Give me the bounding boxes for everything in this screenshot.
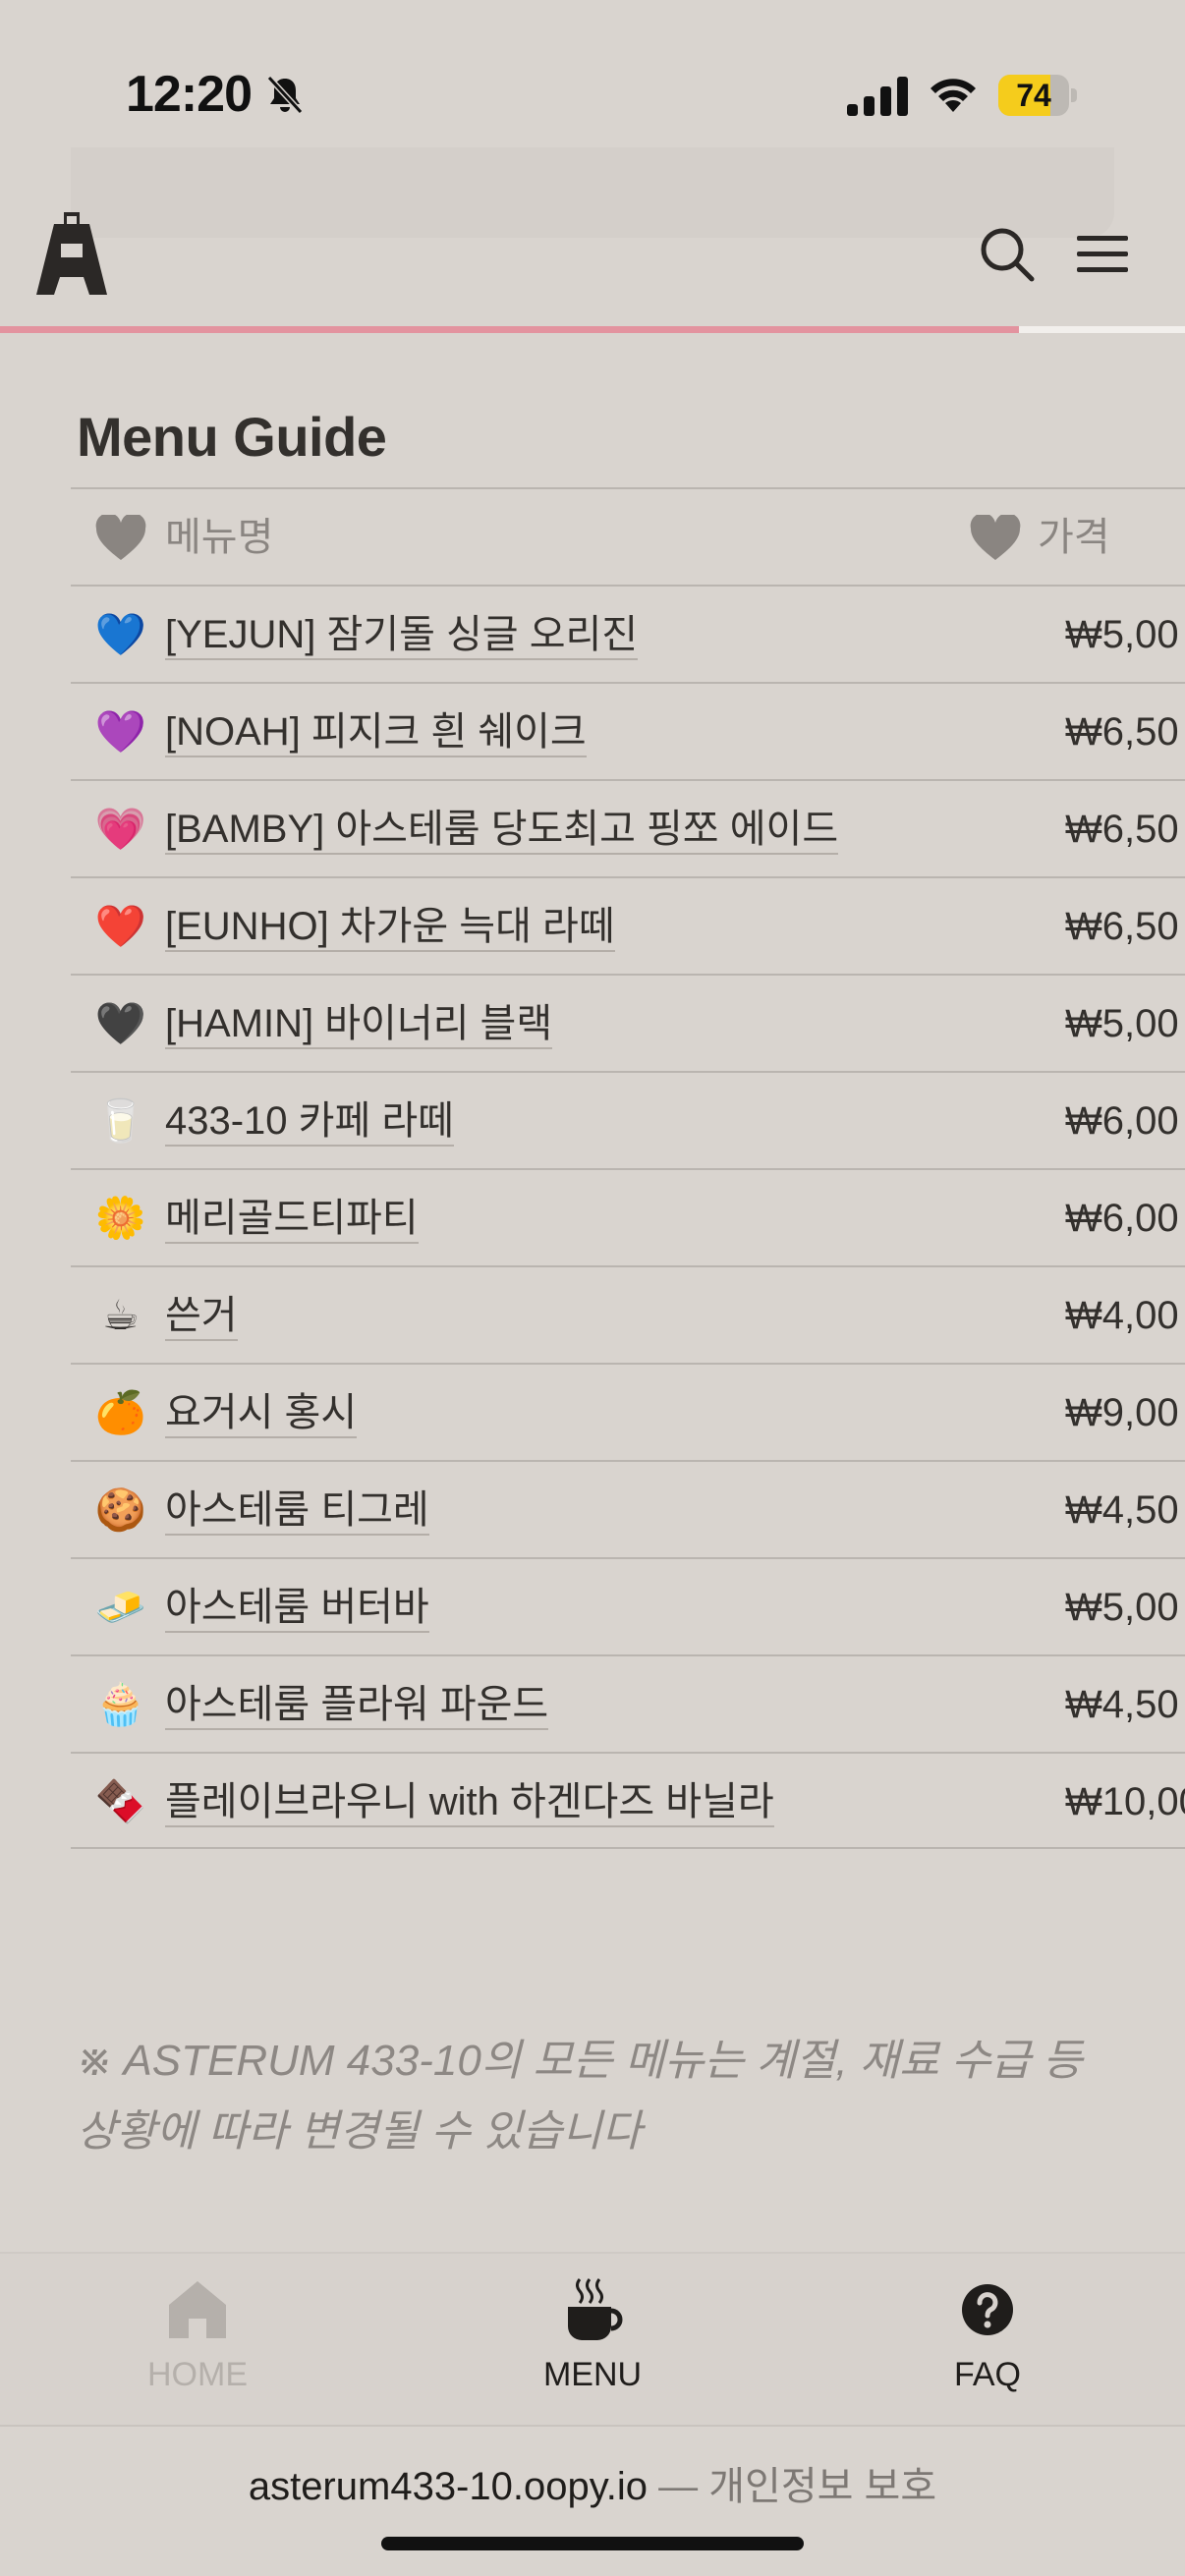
price-clip: ₩9,00 bbox=[71, 1365, 1185, 1460]
wifi-icon bbox=[931, 79, 976, 112]
menu-item-price: ₩6,00 bbox=[1065, 1099, 1179, 1143]
menu-item-price: ₩5,00 bbox=[1065, 1002, 1179, 1045]
menu-item-price: ₩9,00 bbox=[1065, 1391, 1179, 1434]
battery-cap bbox=[1071, 88, 1077, 102]
column-header-price: 가격 bbox=[1038, 516, 1110, 559]
menu-item-price: ₩6,50 bbox=[1065, 905, 1179, 948]
table-header-row: 메뉴명 가격 bbox=[71, 487, 1185, 585]
battery-icon: 74 bbox=[998, 75, 1077, 116]
search-icon[interactable] bbox=[979, 226, 1036, 283]
price-clip: ₩5,00 bbox=[71, 1559, 1185, 1654]
bottom-nav: HOME MENU FAQ bbox=[0, 2252, 1185, 2425]
table-row[interactable]: 🧁 아스테룸 플라워 파운드 ₩4,50 bbox=[71, 1654, 1185, 1752]
nav-faq[interactable]: FAQ bbox=[790, 2254, 1185, 2427]
menu-change-notice: ※ ASTERUM 433-10의 모든 메뉴는 계절, 재료 수급 등 상황에… bbox=[77, 2037, 1083, 2156]
nav-home-label: HOME bbox=[147, 2356, 248, 2393]
price-clip: ₩6,50 bbox=[71, 684, 1185, 779]
menu-item-price: ₩6,00 bbox=[1065, 1197, 1179, 1240]
browser-footer: asterum433-10.oopy.io — 개인정보 보호 bbox=[0, 2425, 1185, 2576]
menu-item-price: ₩10,00 bbox=[1065, 1780, 1185, 1823]
menu-table: 메뉴명 가격 💙 [YEJUN] 잠기돌 싱글 오리진 ₩5,00 💜 [NOAH] 피… bbox=[71, 487, 1185, 1849]
coffee-cup-icon bbox=[568, 2278, 623, 2340]
site-header bbox=[0, 196, 1185, 324]
price-clip: ₩4,50 bbox=[71, 1656, 1185, 1752]
nav-home[interactable]: HOME bbox=[0, 2254, 395, 2427]
table-row[interactable]: ☕ 쓴거 ₩4,00 bbox=[71, 1265, 1185, 1363]
footer-text: asterum433-10.oopy.io — 개인정보 보호 bbox=[0, 2454, 1185, 2511]
footer-domain: asterum433-10.oopy.io bbox=[248, 2465, 648, 2508]
table-row[interactable]: 🍊 요거시 홍시 ₩9,00 bbox=[71, 1363, 1185, 1460]
bell-off-icon bbox=[266, 75, 304, 115]
table-row[interactable]: 🥛 433-10 카페 라떼 ₩6,00 bbox=[71, 1071, 1185, 1168]
nav-faq-label: FAQ bbox=[953, 2356, 1022, 2393]
table-row[interactable]: 🧈 아스테룸 버터바 ₩5,00 bbox=[71, 1557, 1185, 1654]
status-bar: 12:20 74 bbox=[0, 0, 1185, 147]
menu-item-price: ₩4,00 bbox=[1065, 1294, 1179, 1337]
cellular-signal-icon bbox=[847, 77, 908, 116]
table-row[interactable]: ❤️ [EUNHO] 차가운 늑대 라떼 ₩6,50 bbox=[71, 876, 1185, 974]
privacy-link[interactable]: 개인정보 보호 bbox=[708, 2465, 936, 2508]
table-row[interactable]: 💗 [BAMBY] 아스테룸 당도최고 핑쪼 에이드 ₩6,50 bbox=[71, 779, 1185, 876]
battery-percent: 74 bbox=[1016, 78, 1051, 113]
price-clip: ₩6,50 bbox=[71, 878, 1185, 974]
price-clip: ₩5,00 bbox=[71, 976, 1185, 1071]
status-time: 12:20 bbox=[126, 66, 253, 123]
home-icon bbox=[169, 2281, 226, 2338]
hamburger-menu-icon[interactable] bbox=[1075, 230, 1130, 279]
scroll-progress-fill bbox=[0, 326, 1020, 333]
price-clip: ₩5,00 bbox=[71, 587, 1185, 682]
scroll-progress-bar bbox=[0, 326, 1185, 333]
menu-item-price: ₩4,50 bbox=[1065, 1488, 1179, 1532]
price-clip: ₩6,50 bbox=[71, 781, 1185, 876]
home-indicator bbox=[381, 2537, 804, 2550]
price-clip: ₩6,00 bbox=[71, 1170, 1185, 1265]
column-header-name-label: 메뉴명 bbox=[165, 516, 274, 559]
table-row[interactable]: 🖤 [HAMIN] 바이너리 블랙 ₩5,00 bbox=[71, 974, 1185, 1071]
price-clip: ₩4,00 bbox=[71, 1267, 1185, 1363]
table-row[interactable]: 🍫플레이브라우니 with 하겐다즈 바닐라₩10,00 bbox=[71, 1752, 1185, 1849]
battery-body: 74 bbox=[998, 75, 1069, 116]
menu-item-price: ₩6,50 bbox=[1065, 710, 1179, 754]
menu-item-price: ₩5,00 bbox=[1065, 1586, 1179, 1629]
question-circle-icon bbox=[962, 2284, 1013, 2335]
price-clip: ₩4,50 bbox=[71, 1462, 1185, 1557]
nav-menu[interactable]: MENU bbox=[395, 2254, 790, 2427]
page: { "status_bar": { "time": "12:20", "batt… bbox=[0, 0, 1185, 2576]
menu-item-price: ₩5,00 bbox=[1065, 613, 1179, 656]
column-header-name: 메뉴명 bbox=[165, 513, 273, 562]
asterum-logo-icon[interactable] bbox=[31, 208, 112, 299]
heart-icon bbox=[95, 515, 146, 560]
heart-icon bbox=[970, 515, 1021, 560]
table-row[interactable]: 🌼 메리골드티파티 ₩6,00 bbox=[71, 1168, 1185, 1265]
menu-item-price: ₩6,50 bbox=[1065, 808, 1179, 851]
footer-separator: — bbox=[648, 2465, 709, 2508]
table-row[interactable]: 💙 [YEJUN] 잠기돌 싱글 오리진 ₩5,00 bbox=[71, 585, 1185, 682]
nav-menu-label: MENU bbox=[542, 2356, 643, 2393]
price-clip: ₩6,00 bbox=[71, 1073, 1185, 1168]
menu-item-price: ₩4,50 bbox=[1065, 1683, 1179, 1726]
page-title: Menu Guide bbox=[77, 406, 387, 468]
table-row[interactable]: 💜 [NOAH] 피지크 흰 쉐이크 ₩6,50 bbox=[71, 682, 1185, 779]
price-clip: ₩10,00 bbox=[71, 1754, 1185, 1847]
table-row[interactable]: 🍪 아스테룸 티그레 ₩4,50 bbox=[71, 1460, 1185, 1557]
